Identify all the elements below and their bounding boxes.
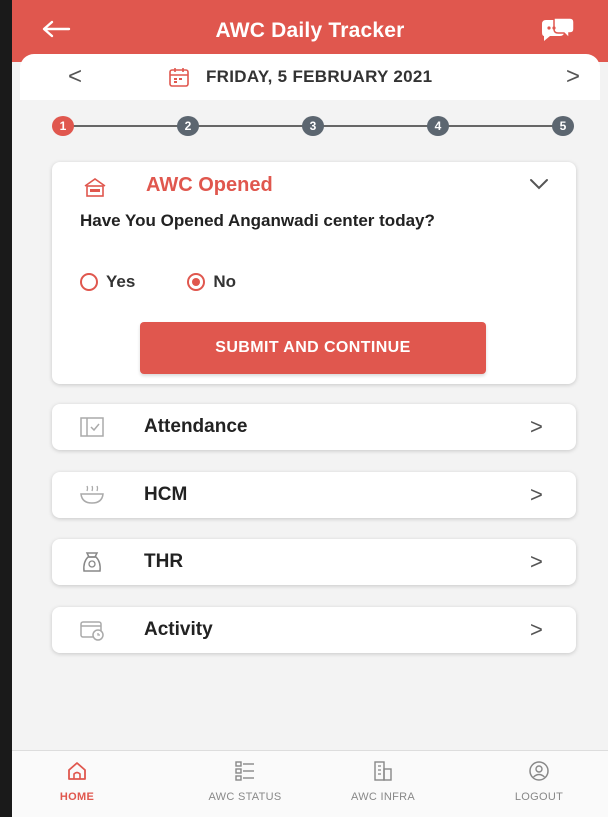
awc-opened-card: AWC Opened Have You Opened Anganwadi cen… (52, 162, 576, 384)
bottom-navigation: HOME AWC STATUS AWC INFRA LOGOUT (12, 750, 608, 817)
step-2[interactable]: 2 (177, 116, 199, 136)
next-day-button[interactable]: > (556, 60, 590, 94)
awc-opened-question: Have You Opened Anganwadi center today? (80, 211, 435, 230)
chevron-right-icon: > (530, 482, 543, 507)
building-icon (374, 761, 392, 781)
radio-no[interactable]: No (187, 272, 236, 292)
section-label: Activity (144, 619, 213, 640)
nav-logout[interactable]: LOGOUT (474, 759, 604, 803)
radio-no-circle[interactable] (187, 273, 206, 291)
nav-home[interactable]: HOME (12, 759, 142, 803)
section-label: HCM (144, 484, 188, 505)
activity-icon (80, 621, 104, 641)
step-4[interactable]: 4 (427, 116, 449, 136)
section-activity[interactable]: Activity > (52, 607, 576, 653)
section-label: THR (144, 551, 184, 572)
attendance-icon (80, 417, 104, 437)
progress-stepper: 1 2 3 4 5 (12, 112, 608, 142)
nav-home-label: HOME (59, 791, 95, 803)
page-title: AWC Daily Tracker (215, 19, 405, 42)
section-hcm[interactable]: HCM > (52, 472, 576, 518)
section-attendance[interactable]: Attendance > (52, 404, 576, 450)
chevron-down-icon[interactable] (528, 176, 550, 192)
nav-logout-label: LOGOUT (514, 791, 564, 803)
radio-yes-circle[interactable] (80, 273, 98, 291)
radio-no-label: No (213, 272, 236, 291)
radio-yes-label: Yes (106, 272, 136, 291)
step-1[interactable]: 1 (52, 116, 74, 136)
radio-yes[interactable]: Yes (80, 272, 135, 292)
chat-bubbles-icon[interactable] (538, 16, 578, 44)
device-edge (0, 0, 12, 817)
section-label: Attendance (144, 416, 248, 437)
chevron-right-icon: > (530, 617, 543, 642)
section-thr[interactable]: THR > (52, 539, 576, 585)
nav-awc-infra[interactable]: AWC INFRA (318, 759, 448, 803)
step-3[interactable]: 3 (302, 116, 324, 136)
awc-opened-title: AWC Opened (146, 174, 273, 196)
nav-awc-infra-label: AWC INFRA (350, 791, 415, 803)
submit-and-continue-button[interactable]: SUBMIT AND CONTINUE (140, 322, 486, 374)
app-header: AWC Daily Tracker (12, 0, 608, 62)
status-list-icon (235, 761, 254, 781)
chevron-right-icon: > (530, 549, 543, 574)
ration-bag-icon (83, 552, 101, 572)
meal-bowl-icon (80, 485, 104, 504)
date-navigator: < FRIDAY, 5 FEBRUARY 2021 > (20, 54, 600, 100)
app-screen: AWC Daily Tracker < FRIDAY, 5 FEBRUARY 2… (12, 0, 608, 817)
selected-date: FRIDAY, 5 FEBRUARY 2021 (206, 67, 433, 86)
awc-opened-options: Yes No (80, 268, 236, 296)
logout-icon (529, 761, 549, 781)
home-icon (68, 762, 86, 780)
nav-awc-status[interactable]: AWC STATUS (180, 759, 310, 803)
previous-day-button[interactable]: < (58, 60, 92, 94)
calendar-icon (169, 68, 189, 87)
awc-building-icon (84, 178, 106, 197)
chevron-right-icon: > (530, 414, 543, 439)
step-5[interactable]: 5 (552, 116, 574, 136)
nav-awc-status-label: AWC STATUS (208, 791, 282, 803)
